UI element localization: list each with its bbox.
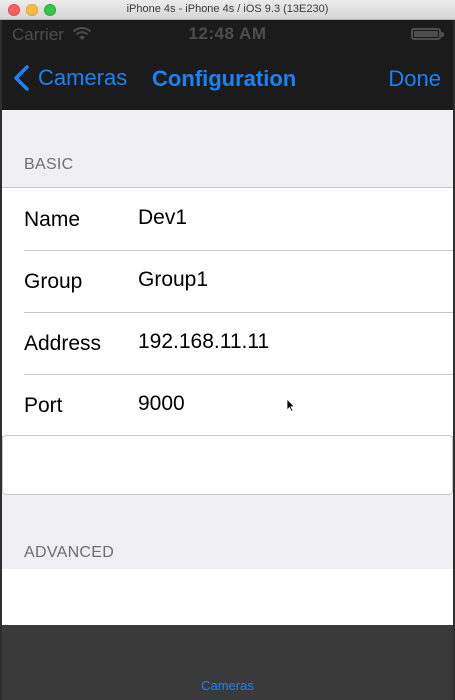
- port-field[interactable]: 9000: [138, 392, 185, 416]
- back-button[interactable]: Cameras: [12, 64, 127, 92]
- address-label: Address: [24, 332, 102, 355]
- battery-icon: [411, 28, 444, 40]
- tab-cameras[interactable]: Cameras: [2, 678, 453, 693]
- window-title: iPhone 4s - iPhone 4s / iOS 9.3 (13E230): [126, 3, 329, 15]
- advanced-settings-group: [2, 569, 453, 625]
- simulator-title-bar: iPhone 4s - iPhone 4s / iOS 9.3 (13E230): [0, 0, 455, 20]
- page-title: Configuration: [152, 66, 297, 91]
- back-button-label: Cameras: [38, 65, 128, 90]
- address-row: Address 192.168.11.11: [2, 312, 453, 374]
- name-label: Name: [24, 208, 81, 231]
- status-bar: Carrier 12:48 AM: [2, 20, 453, 48]
- name-row: Name Dev1: [2, 188, 453, 250]
- chevron-left-icon: [14, 65, 29, 91]
- port-row: Port 9000: [2, 374, 453, 436]
- empty-cell[interactable]: [2, 435, 453, 495]
- port-label: Port: [24, 394, 63, 417]
- group-row: Group Group1: [2, 250, 453, 312]
- device-screen: Carrier 12:48 AM Cameras Configuration D…: [2, 20, 453, 700]
- group-label: Group: [24, 270, 83, 293]
- mouse-cursor-icon: [286, 398, 296, 412]
- basic-settings-group: Name Dev1 Group Group1 Address 192.168.1…: [2, 187, 453, 437]
- name-field[interactable]: Dev1: [138, 206, 187, 230]
- section-header-basic: BASIC: [24, 156, 74, 173]
- done-button[interactable]: Done: [388, 66, 441, 92]
- status-time: 12:48 AM: [188, 24, 267, 43]
- group-field[interactable]: Group1: [138, 268, 208, 292]
- address-field[interactable]: 192.168.11.11: [138, 330, 269, 354]
- navigation-bar: Cameras Configuration Done: [2, 48, 453, 110]
- section-header-advanced: ADVANCED: [24, 544, 115, 561]
- tab-bar: Cameras: [2, 625, 453, 700]
